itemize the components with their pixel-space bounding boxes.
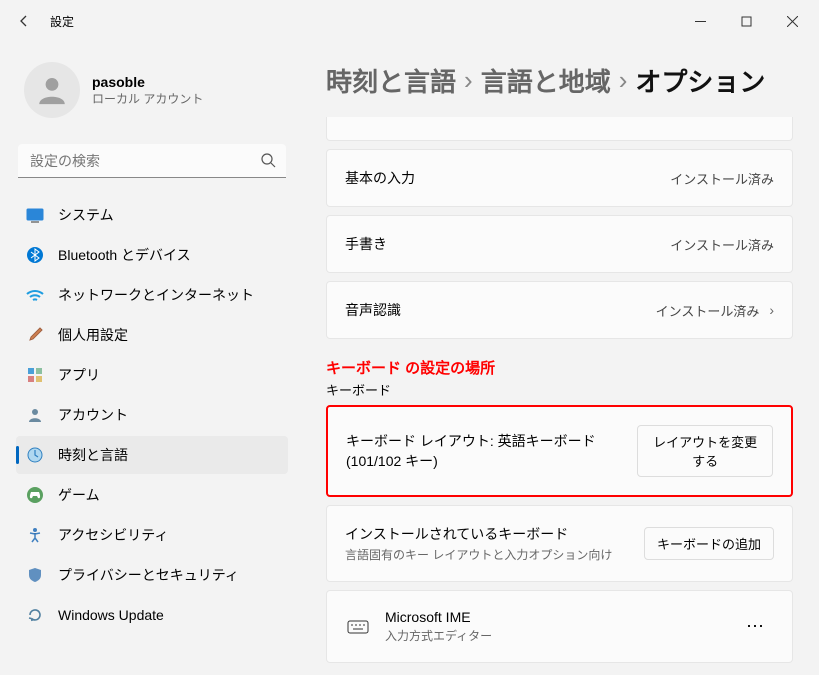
update-icon xyxy=(26,606,44,624)
breadcrumb-language-region[interactable]: 言語と地域 xyxy=(481,62,611,99)
card-label: 音声認識 xyxy=(345,300,401,320)
change-layout-button[interactable]: レイアウトを変更する xyxy=(637,425,773,477)
ime-label: Microsoft IME xyxy=(385,609,492,625)
avatar xyxy=(24,62,80,118)
apps-icon xyxy=(26,366,44,384)
accounts-icon xyxy=(26,406,44,424)
close-icon xyxy=(787,16,798,27)
close-button[interactable] xyxy=(769,5,815,37)
clock-globe-icon xyxy=(26,446,44,464)
shield-icon xyxy=(26,566,44,584)
wifi-icon xyxy=(26,286,44,304)
minimize-icon xyxy=(695,16,706,27)
user-name: pasoble xyxy=(92,74,203,90)
sidebar-item-gaming[interactable]: ゲーム xyxy=(16,476,288,514)
bluetooth-icon xyxy=(26,246,44,264)
card-handwriting[interactable]: 手書き インストール済み xyxy=(326,215,793,273)
chevron-right-icon: › xyxy=(619,65,628,96)
breadcrumb-time-language[interactable]: 時刻と言語 xyxy=(326,62,456,99)
arrow-left-icon xyxy=(16,13,32,29)
sidebar-item-label: プライバシーとセキュリティ xyxy=(58,565,239,585)
system-icon xyxy=(26,206,44,224)
maximize-button[interactable] xyxy=(723,5,769,37)
sidebar-item-label: 時刻と言語 xyxy=(58,445,128,465)
add-keyboard-button[interactable]: キーボードの追加 xyxy=(644,527,774,560)
sidebar-item-accounts[interactable]: アカウント xyxy=(16,396,288,434)
card-label: 手書き xyxy=(345,234,387,254)
app-title: 設定 xyxy=(50,13,74,30)
sidebar-item-label: 個人用設定 xyxy=(58,325,128,345)
sidebar-item-label: Bluetooth とデバイス xyxy=(58,245,191,265)
breadcrumb: 時刻と言語 › 言語と地域 › オプション xyxy=(326,62,793,99)
installed-status: インストール済み xyxy=(670,235,774,254)
keyboard-icon xyxy=(345,616,371,638)
sidebar-item-update[interactable]: Windows Update xyxy=(16,596,288,634)
sidebar-item-personalization[interactable]: 個人用設定 xyxy=(16,316,288,354)
sidebar-item-bluetooth[interactable]: Bluetooth とデバイス xyxy=(16,236,288,274)
sidebar-item-label: アプリ xyxy=(58,365,100,385)
back-button[interactable] xyxy=(4,1,44,41)
sidebar-item-label: アカウント xyxy=(58,405,128,425)
sidebar-item-label: Windows Update xyxy=(58,607,164,623)
installed-status: インストール済み xyxy=(670,169,774,188)
sidebar-item-label: アクセシビリティ xyxy=(58,525,168,545)
minimize-button[interactable] xyxy=(677,5,723,37)
installed-kb-label: インストールされているキーボード xyxy=(345,524,612,544)
card-installed-keyboards[interactable]: インストールされているキーボード 言語固有のキー レイアウトと入力オプション向け… xyxy=(326,505,793,582)
sidebar-item-accessibility[interactable]: アクセシビリティ xyxy=(16,516,288,554)
chevron-right-icon: › xyxy=(464,65,473,96)
sidebar-item-time-language[interactable]: 時刻と言語 xyxy=(16,436,288,474)
sidebar-item-label: ネットワークとインターネット xyxy=(58,285,254,305)
accessibility-icon xyxy=(26,526,44,544)
ime-desc: 入力方式エディター xyxy=(385,627,492,644)
sidebar-item-apps[interactable]: アプリ xyxy=(16,356,288,394)
breadcrumb-current: オプション xyxy=(635,62,765,99)
maximize-icon xyxy=(741,16,752,27)
search-input[interactable] xyxy=(18,144,286,178)
sidebar-item-label: ゲーム xyxy=(58,485,100,505)
card-basic-input[interactable]: 基本の入力 インストール済み xyxy=(326,149,793,207)
sidebar-item-system[interactable]: システム xyxy=(16,196,288,234)
card-keyboard-layout: キーボード レイアウト: 英語キーボード (101/102 キー) レイアウトを… xyxy=(326,405,793,497)
user-block[interactable]: pasoble ローカル アカウント xyxy=(16,42,288,136)
more-button[interactable]: ⋯ xyxy=(738,612,774,641)
installed-status: インストール済み xyxy=(656,301,760,320)
card-microsoft-ime[interactable]: Microsoft IME 入力方式エディター ⋯ xyxy=(326,590,793,663)
card-partial[interactable] xyxy=(326,117,793,141)
sidebar-item-privacy[interactable]: プライバシーとセキュリティ xyxy=(16,556,288,594)
card-label: 基本の入力 xyxy=(345,168,415,188)
installed-kb-desc: 言語固有のキー レイアウトと入力オプション向け xyxy=(345,546,612,563)
annotation-label: キーボード の設定の場所 xyxy=(326,357,793,378)
sidebar-item-network[interactable]: ネットワークとインターネット xyxy=(16,276,288,314)
card-speech[interactable]: 音声認識 インストール済み › xyxy=(326,281,793,339)
sidebar-item-label: システム xyxy=(58,205,114,225)
gaming-icon xyxy=(26,486,44,504)
user-sub: ローカル アカウント xyxy=(92,90,203,107)
section-label-keyboard: キーボード xyxy=(326,380,793,399)
chevron-right-icon: › xyxy=(769,302,774,318)
person-icon xyxy=(35,73,69,107)
keyboard-layout-label: キーボード レイアウト: 英語キーボード (101/102 キー) xyxy=(346,431,637,471)
brush-icon xyxy=(26,326,44,344)
